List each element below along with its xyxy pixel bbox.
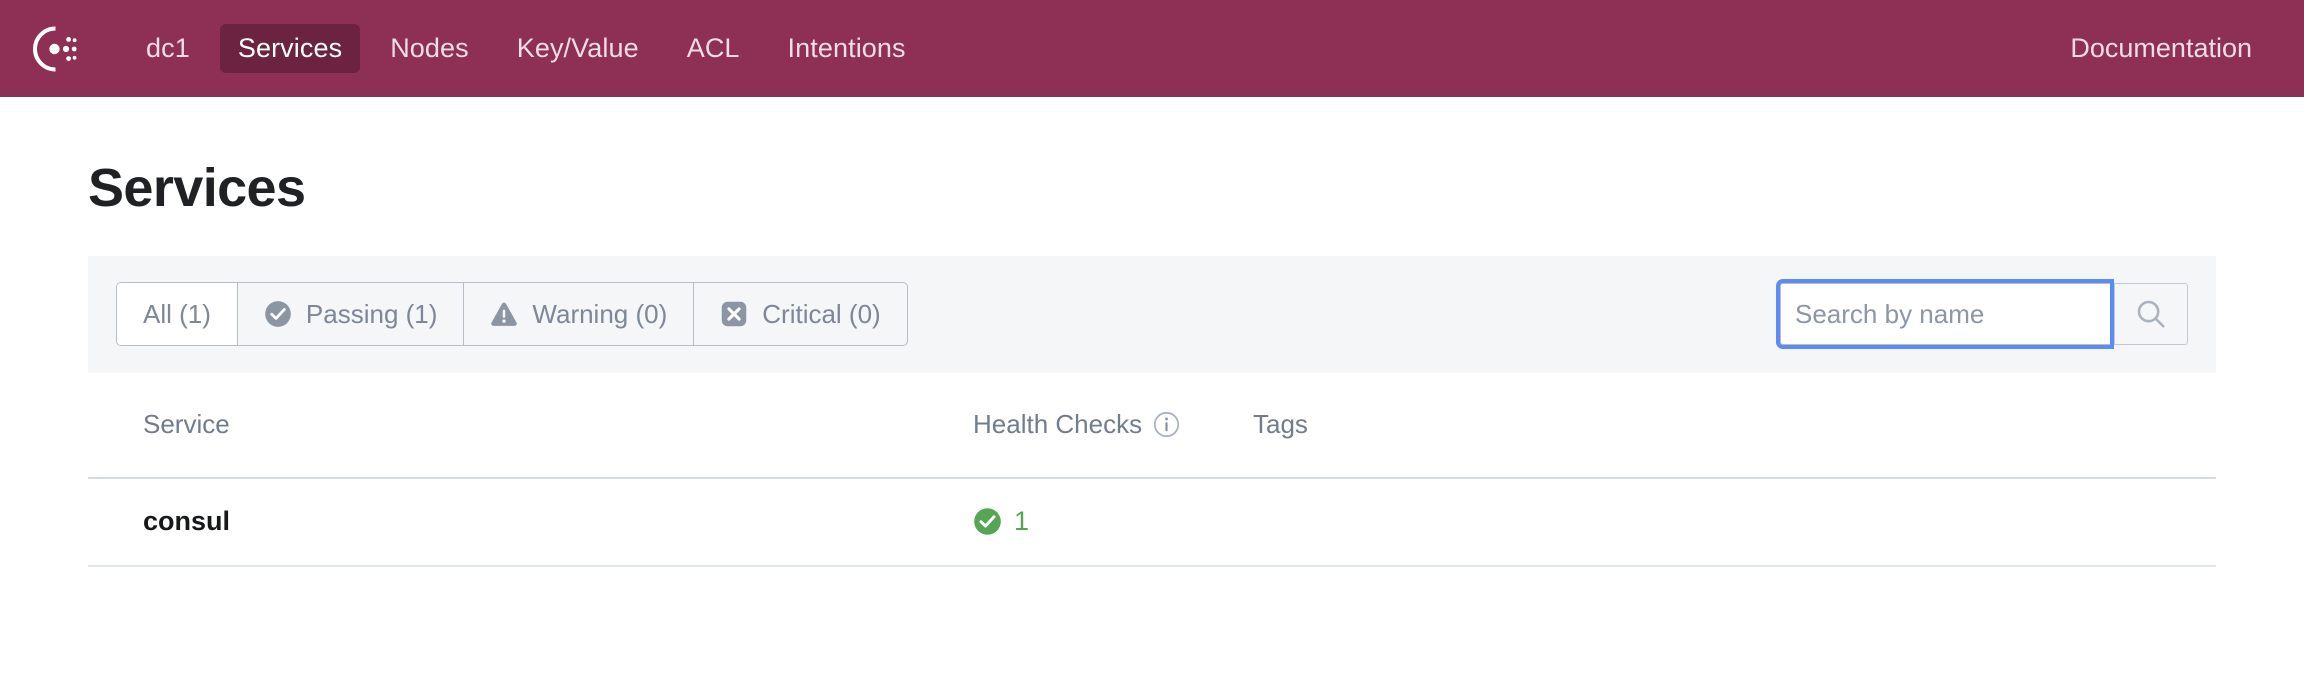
search-area (1780, 283, 2188, 346)
column-header-service-label: Service (143, 409, 230, 440)
documentation-link[interactable]: Documentation (2052, 24, 2270, 73)
page-title: Services (88, 158, 306, 218)
consul-logo-icon[interactable] (32, 24, 82, 74)
health-filter-group: All (1) Passing (1) Warning (0) Critical… (116, 282, 908, 347)
nav-item-acl[interactable]: ACL (669, 24, 758, 73)
table-row[interactable]: consul 1 (88, 479, 2216, 567)
filter-tab-all[interactable]: All (1) (117, 283, 238, 346)
filter-tab-passing[interactable]: Passing (1) (238, 283, 465, 346)
cell-service-name: consul (88, 506, 973, 537)
services-table: Service Health Checks Tags consul 1 (88, 373, 2216, 567)
table-header-row: Service Health Checks Tags (88, 373, 2216, 479)
search-input[interactable] (1780, 283, 2110, 346)
primary-nav: dc1 Services Nodes Key/Value ACL Intenti… (128, 24, 936, 73)
filter-tab-warning[interactable]: Warning (0) (464, 283, 695, 346)
health-check-count: 1 (1014, 506, 1030, 537)
check-circle-green-icon (974, 508, 1001, 535)
x-square-icon (722, 301, 747, 327)
column-header-tags-label: Tags (1253, 409, 1308, 440)
info-icon[interactable] (1153, 411, 1180, 438)
service-name-link[interactable]: consul (143, 506, 230, 537)
column-header-health-checks: Health Checks (973, 409, 1253, 440)
filter-tab-all-label: All (1) (143, 298, 211, 329)
nav-item-intentions[interactable]: Intentions (770, 24, 924, 73)
nav-item-dc1[interactable]: dc1 (128, 24, 208, 73)
search-icon (2137, 300, 2165, 328)
column-header-health-checks-label: Health Checks (973, 409, 1143, 440)
top-navigation-bar: dc1 Services Nodes Key/Value ACL Intenti… (0, 0, 2304, 97)
check-circle-icon (265, 301, 291, 328)
nav-item-services[interactable]: Services (219, 24, 361, 73)
filter-tab-passing-label: Passing (1) (305, 298, 438, 329)
nav-item-nodes[interactable]: Nodes (372, 24, 487, 73)
filter-toolbar: All (1) Passing (1) Warning (0) Critical… (88, 255, 2216, 373)
search-submit-button[interactable] (2114, 283, 2188, 346)
warning-triangle-icon (491, 302, 518, 327)
cell-health-checks: 1 (973, 506, 1253, 537)
nav-item-key-value[interactable]: Key/Value (499, 24, 657, 73)
page-content: Services All (1) Passing (1) Warning (0)… (0, 97, 2304, 567)
filter-tab-critical[interactable]: Critical (0) (694, 283, 906, 345)
column-header-service: Service (88, 409, 973, 440)
filter-tab-warning-label: Warning (0) (532, 298, 668, 329)
filter-tab-critical-label: Critical (0) (762, 298, 881, 329)
column-header-tags: Tags (1253, 409, 2216, 440)
